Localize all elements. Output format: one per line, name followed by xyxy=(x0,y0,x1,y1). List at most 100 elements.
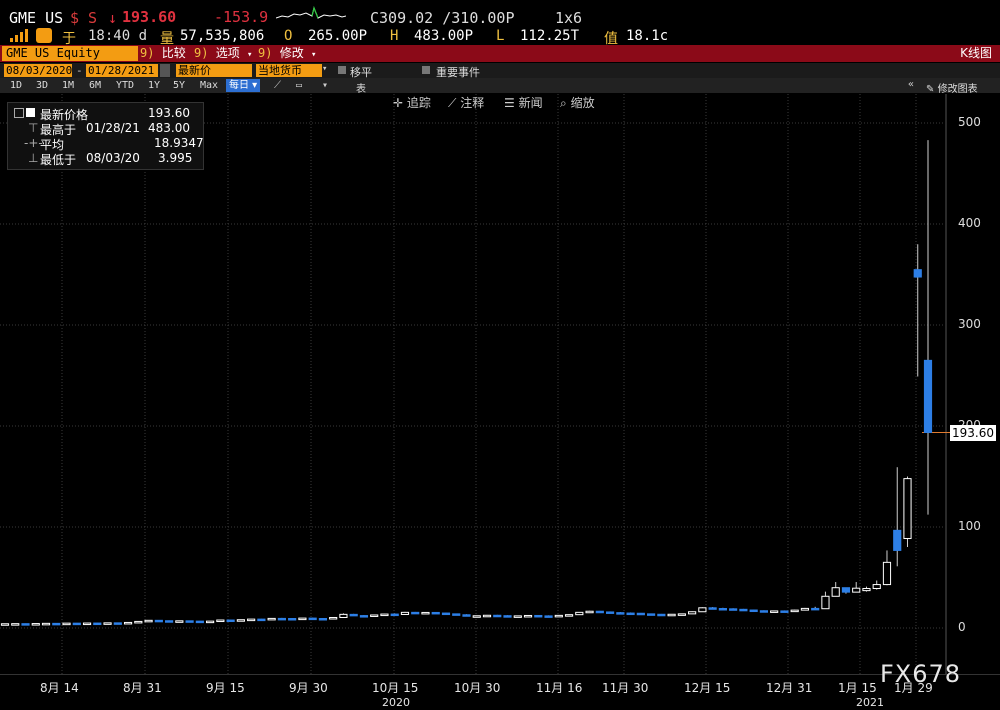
candle-body[interactable] xyxy=(482,614,492,618)
candle-body[interactable] xyxy=(93,622,102,626)
candle-body[interactable] xyxy=(585,610,594,614)
candle-body[interactable] xyxy=(359,615,369,618)
candle-body[interactable] xyxy=(718,608,727,611)
candle-body[interactable] xyxy=(421,611,430,615)
dropdown-icon[interactable]: ▾ xyxy=(322,80,328,91)
candle-body[interactable] xyxy=(893,529,902,551)
period-3d[interactable]: 3D xyxy=(36,80,48,91)
candle-body[interactable] xyxy=(41,622,51,626)
candle-body[interactable] xyxy=(862,588,871,592)
candle-body[interactable] xyxy=(729,608,738,611)
period-1m[interactable]: 1M xyxy=(62,80,74,91)
collapse-icon[interactable]: « xyxy=(908,79,914,90)
date-from-input[interactable]: 08/03/2020 xyxy=(4,64,72,77)
currency-select[interactable]: 当地货币 xyxy=(256,64,322,77)
candle-body[interactable] xyxy=(872,584,881,590)
candle-body[interactable] xyxy=(647,613,656,616)
candle-body[interactable] xyxy=(390,613,399,617)
candle-body[interactable] xyxy=(298,617,307,621)
frequency-select[interactable]: 每日 ▾ xyxy=(226,79,261,92)
candle-body[interactable] xyxy=(739,608,748,612)
period-ytd[interactable]: YTD xyxy=(116,80,134,91)
candle-body[interactable] xyxy=(206,620,215,624)
candle-body[interactable] xyxy=(154,619,163,623)
candle-body[interactable] xyxy=(308,617,317,621)
candle-body[interactable] xyxy=(288,618,297,621)
line-chart-icon[interactable]: ⟋ xyxy=(274,80,281,91)
candle-body[interactable] xyxy=(123,621,133,625)
candle-body[interactable] xyxy=(852,587,861,593)
chart-area[interactable] xyxy=(0,94,1000,674)
candle-body[interactable] xyxy=(472,615,481,618)
ticker[interactable]: GME US xyxy=(9,9,63,27)
compare-button[interactable]: 9) 比较 xyxy=(140,46,186,61)
candle-body[interactable] xyxy=(698,607,707,613)
candle-body[interactable] xyxy=(11,623,20,626)
candle-body[interactable] xyxy=(175,620,184,623)
candle-body[interactable] xyxy=(544,615,553,618)
candle-body[interactable] xyxy=(564,614,574,617)
candle-body[interactable] xyxy=(923,359,933,433)
candle-body[interactable] xyxy=(749,609,758,613)
candle-body[interactable] xyxy=(452,613,461,616)
candle-body[interactable] xyxy=(616,612,625,615)
candle-body[interactable] xyxy=(62,622,71,626)
candle-body[interactable] xyxy=(513,615,522,618)
candle-body[interactable] xyxy=(195,620,204,624)
candle-body[interactable] xyxy=(318,618,328,621)
candle-body[interactable] xyxy=(688,611,697,615)
layout-icon[interactable]: ▭ xyxy=(296,80,302,91)
candle-body[interactable] xyxy=(277,617,286,621)
period-1d[interactable]: 1D xyxy=(10,80,22,91)
candle-body[interactable] xyxy=(759,610,769,613)
dropdown-icon[interactable]: ▾ xyxy=(322,64,327,74)
candle-body[interactable] xyxy=(554,614,563,618)
candle-body[interactable] xyxy=(831,587,840,597)
period-1y[interactable]: 1Y xyxy=(148,80,160,91)
candle-body[interactable] xyxy=(329,616,338,620)
candle-body[interactable] xyxy=(431,611,440,615)
candle-body[interactable] xyxy=(534,614,543,618)
edit-button[interactable]: 9) 修改 ▾ xyxy=(258,46,316,61)
events-checkbox[interactable] xyxy=(422,66,430,74)
candle-body[interactable] xyxy=(657,613,666,617)
move-checkbox[interactable] xyxy=(338,66,346,74)
candle-body[interactable] xyxy=(708,607,717,610)
security-field[interactable]: GME US Equity xyxy=(2,46,138,61)
candle-body[interactable] xyxy=(113,622,122,625)
candle-body[interactable] xyxy=(52,622,61,626)
candle-body[interactable] xyxy=(349,613,358,617)
annotate-tool[interactable]: ⟋ 注释 xyxy=(448,94,484,111)
options-button[interactable]: 9) 选项 ▾ xyxy=(194,46,252,61)
candle-body[interactable] xyxy=(575,611,584,616)
candle-body[interactable] xyxy=(503,615,512,618)
period-6m[interactable]: 6M xyxy=(89,80,101,91)
candle-body[interactable] xyxy=(821,595,830,610)
candle-body[interactable] xyxy=(134,620,143,624)
candle-body[interactable] xyxy=(185,620,194,623)
candle-body[interactable] xyxy=(103,622,112,625)
candle-body[interactable] xyxy=(72,622,81,626)
candle-body[interactable] xyxy=(626,612,635,616)
candle-body[interactable] xyxy=(667,613,676,617)
candle-body[interactable] xyxy=(605,611,615,614)
candle-body[interactable] xyxy=(400,611,410,615)
candle-body[interactable] xyxy=(339,613,348,618)
candle-body[interactable] xyxy=(882,561,892,586)
candle-body[interactable] xyxy=(462,614,471,617)
candle-body[interactable] xyxy=(441,612,451,616)
candle-body[interactable] xyxy=(31,623,40,626)
candle-body[interactable] xyxy=(144,619,153,623)
candle-body[interactable] xyxy=(595,610,604,614)
candle-body[interactable] xyxy=(770,610,779,613)
candle-body[interactable] xyxy=(82,622,92,626)
candle-body[interactable] xyxy=(800,607,810,611)
period-5y[interactable]: 5Y xyxy=(173,80,185,91)
zoom-tool[interactable]: ⌕ 缩放 xyxy=(560,94,595,111)
candle-body[interactable] xyxy=(380,613,389,617)
candle-body[interactable] xyxy=(790,609,799,613)
news-tool[interactable]: ☰ 新闻 xyxy=(504,94,543,111)
track-tool[interactable]: ✛ 追踪 xyxy=(393,94,431,111)
candle-body[interactable] xyxy=(257,618,266,622)
candle-body[interactable] xyxy=(811,607,820,611)
